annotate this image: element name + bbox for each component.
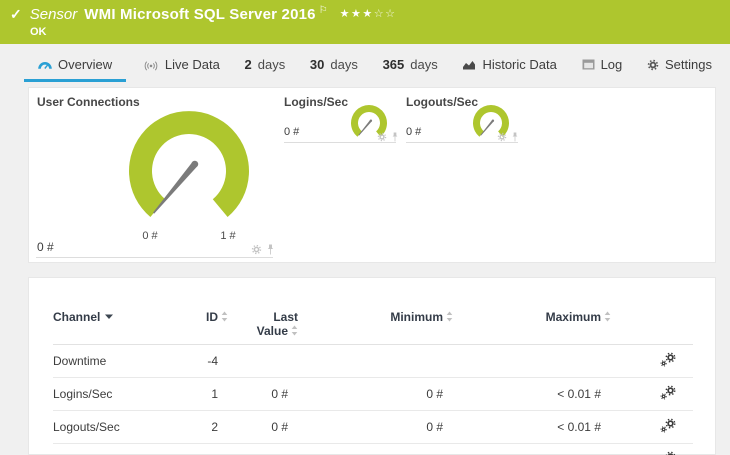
area-chart-icon [463, 61, 476, 70]
cell-minimum: 0 # [328, 443, 483, 455]
tab-label: Live Data [164, 57, 220, 72]
cell-channel[interactable]: Downtime [53, 344, 198, 378]
column-header-channel[interactable]: Channel [53, 302, 198, 345]
column-label: Maximum [545, 310, 601, 324]
cell-id: 2 [198, 410, 248, 444]
cell-minimum: 0 # [328, 410, 483, 444]
tab-label: days [410, 57, 438, 72]
sort-desc-icon [105, 314, 114, 319]
tab-live-data[interactable]: Live Data [135, 44, 228, 85]
sort-both-icon [291, 325, 298, 336]
cell-id: 1 [198, 377, 248, 411]
pin-icon[interactable] [511, 132, 519, 142]
tab-overview[interactable]: Overview [24, 44, 127, 85]
sort-both-icon [221, 311, 228, 322]
channel-settings-gears-icon[interactable] [660, 418, 677, 436]
cell-minimum [328, 344, 483, 378]
tab-settings[interactable]: Settings [639, 44, 720, 85]
tab-historic-data[interactable]: Historic Data [454, 44, 564, 85]
column-label: ID [206, 310, 218, 324]
channels-table: Channel ID Last Value Minimum Maximum Do… [53, 302, 693, 455]
sort-both-icon [446, 311, 453, 322]
column-header-last-value[interactable]: Last Value [248, 302, 328, 345]
broadcast-icon [144, 60, 158, 70]
cell-last-value: 0 # [248, 410, 328, 444]
gauge-min-label: 0 # [142, 230, 158, 242]
column-header-minimum[interactable]: Minimum [328, 302, 483, 345]
gauge-value-logins: 0 # [284, 126, 300, 138]
tab-number: 2 [244, 57, 252, 72]
tab-number: 30 [309, 57, 325, 72]
gauge-icon [38, 62, 52, 70]
tab-number: 365 [382, 57, 405, 72]
cell-channel[interactable]: Logouts/Sec [53, 410, 198, 444]
column-label: Channel [53, 310, 101, 324]
prtg-sensor-page: ✓ Sensor WMI Microsoft SQL Server 2016 ⚐… [0, 0, 730, 455]
tab-label: Log [600, 57, 623, 72]
cell-minimum: 0 # [328, 377, 483, 411]
sensor-header: ✓ Sensor WMI Microsoft SQL Server 2016 ⚐… [0, 0, 730, 44]
cell-id: 0 [198, 443, 248, 455]
page-title: WMI Microsoft SQL Server 2016 [84, 6, 316, 23]
flag-icon[interactable]: ⚐ [319, 5, 328, 16]
column-label: Minimum [390, 310, 443, 324]
log-window-icon [582, 59, 595, 70]
cell-last-value [248, 344, 328, 378]
gauge-title-logouts: Logouts/Sec [406, 95, 479, 109]
tab-log[interactable]: Log [574, 44, 631, 85]
gauge-value-logouts: 0 # [406, 126, 422, 138]
gear-icon [647, 59, 659, 70]
cell-maximum [483, 344, 643, 378]
pin-icon[interactable] [391, 132, 399, 142]
tab-label: Historic Data [482, 57, 557, 72]
gauge-needle [358, 120, 372, 136]
stars-empty: ☆☆ [373, 8, 397, 20]
channel-settings-gears-icon[interactable] [660, 385, 677, 403]
pin-icon[interactable] [266, 244, 275, 255]
table-row: Downtime -4 [53, 344, 693, 378]
tab-label: Settings [664, 57, 712, 72]
cell-last-value: 0 # [248, 443, 328, 455]
gauge-title-logins: Logins/Sec [284, 95, 349, 109]
stars-filled: ★★★ [339, 8, 374, 20]
gauge-needle [153, 162, 198, 214]
table-row: User Connections 0 0 # 0 # 0 # [53, 443, 693, 455]
cell-last-value: 0 # [248, 377, 328, 411]
gauge-settings-gear-icon[interactable] [497, 132, 507, 142]
channels-panel: Channel ID Last Value Minimum Maximum Do… [28, 277, 716, 455]
gauge-value-user-connections: 0 # [37, 240, 54, 254]
gauge-settings-gear-icon[interactable] [251, 244, 262, 255]
tab-bar: Overview Live Data 2 days 30 days 365 days … [0, 44, 730, 85]
tab-30-days[interactable]: 30 days [302, 44, 366, 85]
table-row: Logouts/Sec 2 0 # 0 # < 0.01 # [53, 410, 693, 444]
priority-stars[interactable]: ★★★☆☆ [340, 7, 397, 20]
status-ok-check-icon: ✓ [10, 6, 22, 22]
cell-maximum: < 0.01 # [483, 377, 643, 411]
channel-settings-gears-icon[interactable] [660, 352, 677, 370]
tab-label: Overview [58, 57, 113, 72]
status-badge: OK [30, 26, 47, 38]
gauge-settings-gear-icon[interactable] [377, 132, 387, 142]
gauge-max-label: 1 # [220, 230, 236, 242]
tab-label: days [257, 57, 286, 72]
column-header-id[interactable]: ID [198, 302, 248, 345]
cell-id: -4 [198, 344, 248, 378]
tab-2-days[interactable]: 2 days [237, 44, 294, 85]
cell-channel[interactable]: Logins/Sec [53, 377, 198, 411]
table-row: Logins/Sec 1 0 # 0 # < 0.01 # [53, 377, 693, 411]
sort-both-icon [604, 311, 611, 322]
gauge-needle [480, 120, 494, 136]
column-header-actions [643, 302, 693, 345]
cell-maximum: < 0.01 # [483, 410, 643, 444]
user-connections-gauge [129, 111, 250, 217]
channel-settings-gears-icon[interactable] [660, 451, 677, 455]
tab-365-days[interactable]: 365 days [375, 44, 446, 85]
gauges-panel: User Connections 0 # 1 # 0 # Logins/Sec … [28, 87, 716, 263]
column-header-maximum[interactable]: Maximum [483, 302, 643, 345]
cell-maximum: 0 # [483, 443, 643, 455]
sensor-kind-label: Sensor [29, 6, 78, 23]
tab-label: days [330, 57, 358, 72]
cell-channel[interactable]: User Connections [53, 443, 198, 455]
